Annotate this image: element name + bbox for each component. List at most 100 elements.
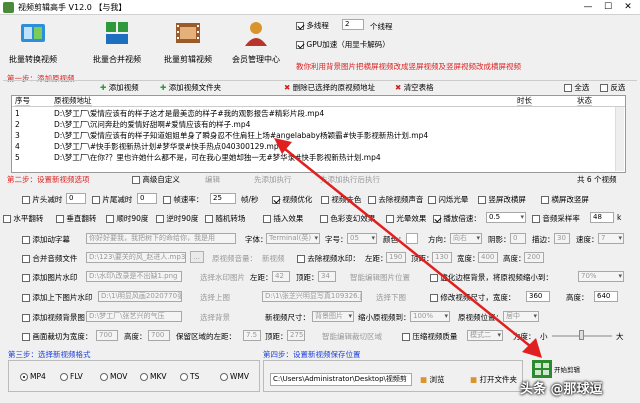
format-radio[interactable] (20, 373, 28, 381)
format-radio[interactable] (180, 373, 188, 381)
add-folder-button[interactable]: ✚ 添加视频文件夹 (160, 82, 221, 93)
delete-selected-button[interactable]: ✖ 删除已选择的原视频地址 (284, 82, 375, 93)
format-option-mkv[interactable]: MKV (140, 372, 167, 381)
bg-path-input[interactable]: D:\梦工厂\张艺兴的气压 (86, 311, 182, 322)
browse-button[interactable]: ■ 浏览 (420, 374, 444, 385)
edit-button[interactable]: 编辑 (205, 174, 220, 185)
table-row[interactable]: 2 D:\梦工厂\沉问奔赴的爱情好甜啊#爱情应该有的样子.mp4 (15, 120, 250, 130)
shrink-select[interactable]: 70% (578, 271, 624, 282)
select-bg-button[interactable]: 选择背景 (200, 312, 230, 323)
remove-watermark-option[interactable]: 去除视频水印： (297, 253, 360, 264)
vflip-checkbox[interactable] (56, 215, 64, 223)
bg-image-option[interactable]: 添加视频背景图 (22, 312, 85, 323)
direction-select[interactable]: 向右 (450, 233, 482, 244)
light-checkbox[interactable] (386, 215, 394, 223)
shrink-orig-select[interactable]: 100% (410, 311, 450, 322)
crop-width-input[interactable]: 700 (96, 330, 118, 341)
fps-input[interactable]: 25 (210, 193, 236, 204)
img-left-input[interactable]: 42 (272, 271, 290, 282)
crop-option[interactable]: 画面裁切为宽度： (22, 331, 92, 342)
close-button[interactable]: ✕ (618, 1, 638, 13)
multithread-option[interactable]: 多线程 (296, 20, 329, 31)
table-row[interactable]: 1 D:\梦工厂\爱情应该有的样子这才是最美恋的样子#我的观影报告#精彩片段.mp… (15, 109, 324, 119)
vert-to-horz-checkbox[interactable] (478, 196, 486, 204)
tail-trim-option[interactable]: 片尾减时 (92, 194, 132, 205)
clear-table-button[interactable]: ✖ 清空表格 (395, 82, 434, 93)
gpu-option[interactable]: GPU加速（用显卡解码） (296, 39, 390, 50)
scroll-text-checkbox[interactable] (22, 236, 30, 244)
wm-width-input[interactable]: 400 (478, 252, 498, 263)
top-bottom-image-option[interactable]: 添加上下图片水印 (22, 292, 92, 303)
head-trim-input[interactable]: 0 (66, 193, 86, 204)
advanced-checkbox[interactable] (132, 176, 140, 184)
format-option-ts[interactable]: TS (180, 372, 199, 381)
ad-link[interactable]: 教你利用背景图片把横屏视频改成竖屏视频及竖屏视频改成横屏视频 (296, 61, 521, 72)
shadow-input[interactable]: 0 (510, 233, 526, 244)
select-all-option[interactable]: 全选 (564, 82, 589, 93)
resize-width-input[interactable]: 360 (526, 291, 550, 302)
image-path-input[interactable]: D:\水印\改录是不出缺1.png (86, 271, 182, 282)
crop-checkbox[interactable] (22, 333, 30, 341)
cw90-option[interactable]: 顺时90度 (106, 213, 148, 224)
format-radio[interactable] (60, 373, 68, 381)
vflip-option[interactable]: 垂直翻转 (56, 213, 96, 224)
optimize-option[interactable]: 视频优化 (272, 194, 312, 205)
format-option-mp4[interactable]: MP4 (20, 372, 46, 381)
resize-height-input[interactable]: 640 (594, 291, 618, 302)
table-row[interactable]: 5 D:\梦工厂\在你?？里也许她什么都不是，可在我心里她却独一无#梦华录#快手影… (15, 153, 381, 163)
hflip-checkbox[interactable] (3, 215, 11, 223)
remove-watermark-checkbox[interactable] (297, 255, 305, 263)
new-size-select[interactable]: 背景图片 (312, 311, 354, 322)
horz-to-vert-option[interactable]: 横屏改竖屏 (541, 194, 589, 205)
advanced-option[interactable]: 高级自定义 (132, 174, 180, 185)
format-radio[interactable] (100, 373, 108, 381)
optimize-checkbox[interactable] (272, 196, 280, 204)
compress-checkbox[interactable] (402, 333, 410, 341)
light-option[interactable]: 光晕效果 (386, 213, 426, 224)
resize-checkbox[interactable] (430, 294, 438, 302)
merge-audio-checkbox[interactable] (22, 255, 30, 263)
open-folder-button[interactable]: ■ 打开文件夹 (470, 374, 517, 385)
wm-height-input[interactable]: 200 (524, 252, 544, 263)
color-diff-checkbox[interactable] (320, 215, 328, 223)
exec-after-option[interactable]: 先添加执行后执行 (320, 174, 380, 185)
format-option-wmv[interactable]: WMV (220, 372, 249, 381)
invert-checkbox[interactable] (600, 84, 608, 92)
format-option-mov[interactable]: MOV (100, 372, 127, 381)
format-option-flv[interactable]: FLV (60, 372, 83, 381)
compress-option[interactable]: 压缩视频质量 (402, 331, 457, 342)
orig-pos-select[interactable]: 居中 (503, 311, 539, 322)
merge-audio-option[interactable]: 合并音频文件 (22, 253, 77, 264)
top-bottom-image-checkbox[interactable] (22, 294, 30, 302)
fps-option[interactable]: 帧速率： (163, 194, 203, 205)
table-row[interactable]: 4 D:\梦工厂\#快手影视新热计划#梦华录#快手热点040300129.mp4 (15, 142, 283, 152)
toolbar-edit-button[interactable]: 批量剪辑视频 (160, 18, 216, 65)
smart-crop-button[interactable]: 智能编辑裁切区域 (322, 331, 382, 342)
resize-option[interactable]: 修改视频尺寸，宽度： (430, 292, 515, 303)
border-input[interactable]: 30 (554, 233, 570, 244)
toolbar-convert-button[interactable]: 批量转换视频 (8, 18, 58, 65)
exec-first-option[interactable]: 先添加执行 (254, 174, 292, 185)
ccw90-option[interactable]: 逆时90度 (156, 213, 198, 224)
select-all-checkbox[interactable] (564, 84, 572, 92)
speed-select[interactable]: 0.5 (486, 212, 526, 223)
speed-checkbox[interactable] (433, 215, 441, 223)
thread-count-input[interactable]: 2 (342, 19, 364, 30)
tail-trim-input[interactable]: 0 (137, 193, 157, 204)
maximize-button[interactable]: ☐ (598, 1, 618, 13)
head-trim-checkbox[interactable] (22, 196, 30, 204)
format-radio-group[interactable]: MP4 FLV MOV MKV TS WMV (20, 372, 260, 384)
wm-top-input[interactable]: 130 (432, 252, 452, 263)
font-select[interactable]: Terminal(英) (266, 233, 320, 244)
wm-left-input[interactable]: 190 (386, 252, 406, 263)
scroll-text-option[interactable]: 添加动字幕 (22, 234, 70, 245)
video-table[interactable]: 序号 原视频地址 时长 状态 1 D:\梦工厂\爱情应该有的样子这才是最美恋的样子… (11, 95, 626, 173)
insert-effect-checkbox[interactable] (263, 215, 271, 223)
gpu-checkbox[interactable] (296, 41, 304, 49)
hflip-option[interactable]: 水平翻转 (3, 213, 43, 224)
table-scrollbar[interactable] (615, 107, 624, 171)
select-top-image-button[interactable]: 选择上图 (200, 292, 230, 303)
vert-to-horz-option[interactable]: 竖屏改横屏 (478, 194, 526, 205)
font-size-select[interactable]: 05 (347, 233, 377, 244)
scroll-text-input[interactable]: 你好好要我，我把树下的命给你，我是用 (86, 233, 236, 244)
